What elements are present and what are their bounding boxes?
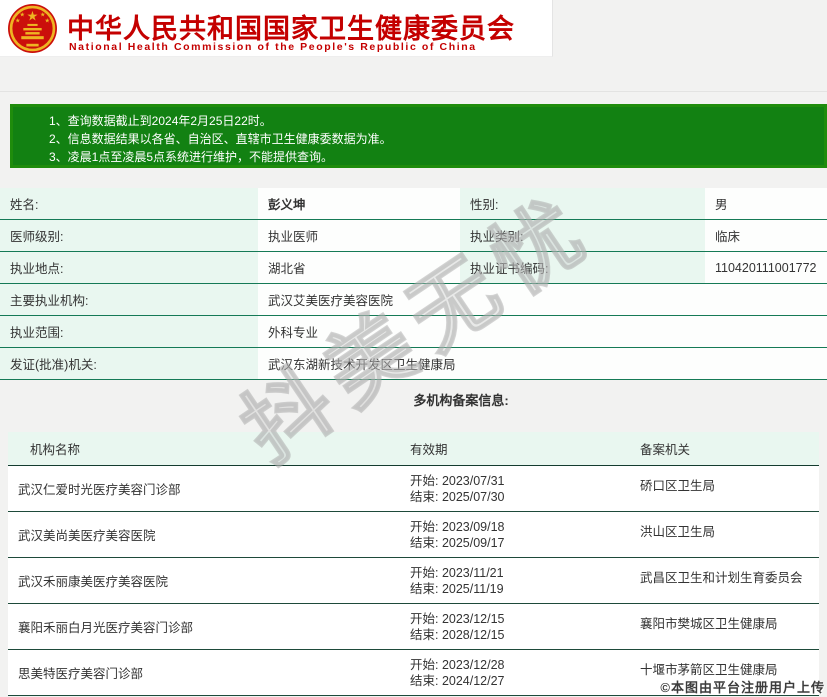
info-row-main-institution: 主要执业机构: 武汉艾美医疗美容医院 <box>0 284 827 316</box>
org-validity: 开始: 2023/07/31 结束: 2025/07/30 <box>400 473 630 505</box>
practice-category-label: 执业类别: <box>460 220 705 251</box>
practice-location-label: 执业地点: <box>0 252 258 283</box>
org-name-column-header: 机构名称 <box>30 443 81 457</box>
main-institution-label: 主要执业机构: <box>0 284 258 315</box>
query-result-page: ★ ★ ★ ★ ★ 中华人民共和国国家卫生健康委员会 National Heal… <box>0 0 827 697</box>
filing-agency: 硚口区卫生局 <box>640 479 716 493</box>
validity-start: 开始: 2023/09/18 <box>410 519 505 534</box>
info-row-level-category: 医师级别: 执业医师 执业类别: 临床 <box>0 220 827 252</box>
svg-text:★: ★ <box>45 17 51 24</box>
name-value: 彭义坤 <box>268 198 306 212</box>
multi-org-section-heading: 多机构备案信息: <box>413 393 509 408</box>
main-institution-value: 武汉艾美医疗美容医院 <box>268 294 394 308</box>
practice-scope-label: 执业范围: <box>0 316 258 347</box>
org-table-header: 机构名称 有效期 备案机关 <box>8 432 819 466</box>
copyright-watermark: ©本图由平台注册用户上传 <box>660 680 825 695</box>
practice-category-value: 临床 <box>715 230 741 244</box>
filing-agency: 襄阳市樊城区卫生健康局 <box>640 617 778 631</box>
china-national-emblem-icon: ★ ★ ★ ★ ★ <box>7 3 58 54</box>
org-name: 武汉美尚美医疗美容医院 <box>18 529 156 543</box>
certificate-number-label: 执业证书编码: <box>460 252 705 283</box>
org-name: 武汉禾丽康美医疗美容医院 <box>18 575 169 589</box>
gender-value: 男 <box>715 198 728 212</box>
info-row-location-certificate: 执业地点: 湖北省 执业证书编码: 110420111001772 <box>0 252 827 284</box>
notice-line-3: 3、凌晨1点至凌晨5点系统进行维护，不能提供查询。 <box>49 150 334 164</box>
notice-line-2: 2、信息数据结果以各省、自治区、直辖市卫生健康委数据为准。 <box>49 132 392 146</box>
certificate-number-value: 110420111001772 <box>715 260 817 275</box>
practice-location-value: 湖北省 <box>268 262 306 276</box>
validity-start: 开始: 2023/12/28 <box>410 657 505 672</box>
info-row-practice-scope: 执业范围: 外科专业 <box>0 316 827 348</box>
doctor-level-label: 医师级别: <box>0 220 258 251</box>
info-row-issuing-authority: 发证(批准)机关: 武汉东湖新技术开发区卫生健康局 <box>0 348 827 380</box>
issuing-authority-label: 发证(批准)机关: <box>0 348 258 379</box>
notice-box: 1、查询数据截止到2024年2月25日22时。 2、信息数据结果以各省、自治区、… <box>10 104 827 168</box>
practice-scope-value: 外科专业 <box>268 326 319 340</box>
svg-text:★: ★ <box>15 17 21 24</box>
org-table-row: 襄阳禾丽白月光医疗美容门诊部 开始: 2023/12/15 结束: 2028/1… <box>8 604 819 650</box>
org-name: 思美特医疗美容门诊部 <box>18 667 144 681</box>
name-label: 姓名: <box>0 188 258 219</box>
org-validity: 开始: 2023/09/18 结束: 2025/09/17 <box>400 519 630 551</box>
validity-end: 结束: 2025/11/19 <box>410 581 504 596</box>
validity-start: 开始: 2023/11/21 <box>410 565 504 580</box>
validity-end: 结束: 2028/12/15 <box>410 627 505 642</box>
gender-label: 性别: <box>460 188 705 219</box>
org-name: 襄阳禾丽白月光医疗美容门诊部 <box>18 621 194 635</box>
filing-agency: 洪山区卫生局 <box>640 525 716 539</box>
org-table-row: 武汉禾丽康美医疗美容医院 开始: 2023/11/21 结束: 2025/11/… <box>8 558 819 604</box>
notice-line-1: 1、查询数据截止到2024年2月25日22时。 <box>49 114 272 128</box>
header-divider <box>0 91 827 92</box>
org-name: 武汉仁爱时光医疗美容门诊部 <box>18 483 181 497</box>
validity-column-header: 有效期 <box>410 443 448 457</box>
info-row-name-gender: 姓名: 彭义坤 性别: 男 <box>0 188 827 220</box>
org-validity: 开始: 2023/12/28 结束: 2024/12/27 <box>400 657 630 689</box>
org-table-row: 武汉仁爱时光医疗美容门诊部 开始: 2023/07/31 结束: 2025/07… <box>8 466 819 512</box>
issuing-authority-value: 武汉东湖新技术开发区卫生健康局 <box>268 358 456 372</box>
validity-end: 结束: 2024/12/27 <box>410 673 505 688</box>
site-subtitle: National Health Commission of the People… <box>69 41 477 53</box>
validity-start: 开始: 2023/07/31 <box>410 473 505 488</box>
svg-text:★: ★ <box>27 8 39 23</box>
org-table-row: 武汉美尚美医疗美容医院 开始: 2023/09/18 结束: 2025/09/1… <box>8 512 819 558</box>
site-header: ★ ★ ★ ★ ★ 中华人民共和国国家卫生健康委员会 National Heal… <box>0 0 553 57</box>
filing-agency-column-header: 备案机关 <box>640 443 691 457</box>
filing-agency: 十堰市茅箭区卫生健康局 <box>640 663 778 677</box>
filing-agency: 武昌区卫生和计划生育委员会 <box>640 571 803 585</box>
org-validity: 开始: 2023/11/21 结束: 2025/11/19 <box>400 565 630 597</box>
org-validity: 开始: 2023/12/15 结束: 2028/12/15 <box>400 611 630 643</box>
validity-start: 开始: 2023/12/15 <box>410 611 505 626</box>
doctor-info-table: 姓名: 彭义坤 性别: 男 医师级别: 执业医师 执业类别: 临床 执业地点: … <box>0 188 827 380</box>
validity-end: 结束: 2025/07/30 <box>410 489 505 504</box>
multi-org-table: 机构名称 有效期 备案机关 武汉仁爱时光医疗美容门诊部 开始: 2023/07/… <box>8 432 819 696</box>
validity-end: 结束: 2025/09/17 <box>410 535 505 550</box>
doctor-level-value: 执业医师 <box>268 230 319 244</box>
